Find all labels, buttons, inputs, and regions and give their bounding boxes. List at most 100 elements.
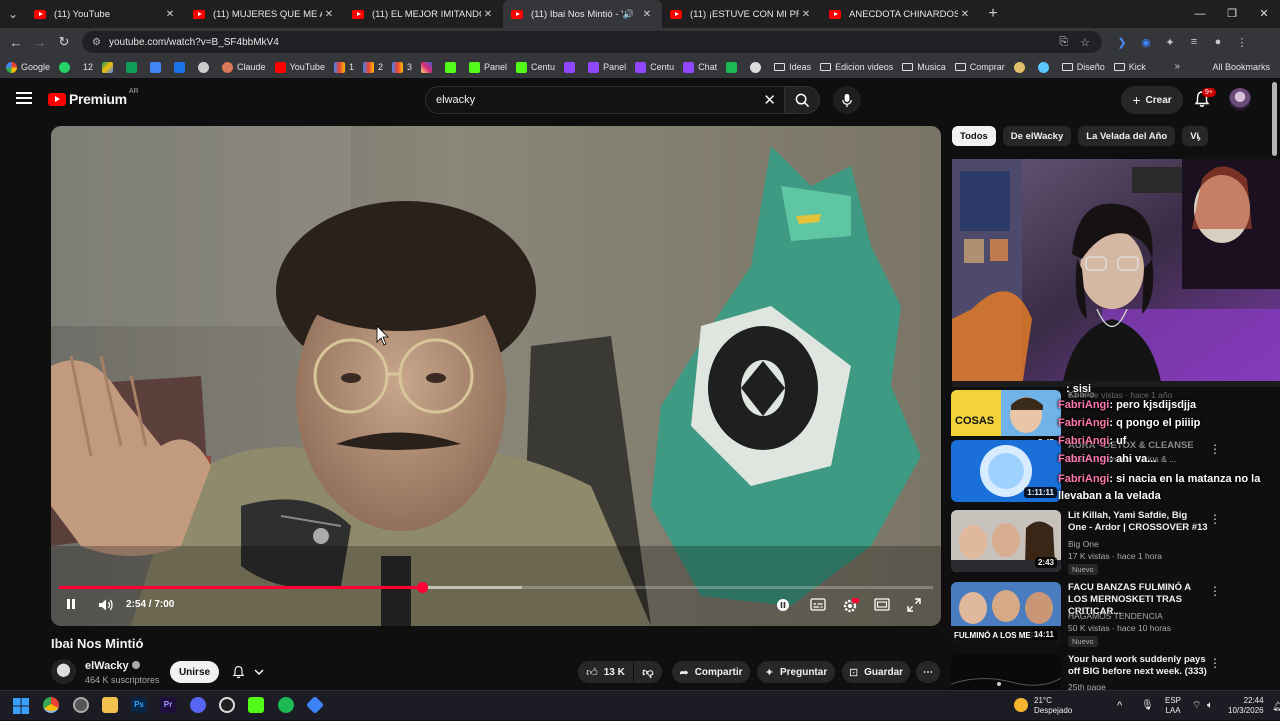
fullscreen-button[interactable]: [907, 598, 921, 615]
kick-taskbar-icon[interactable]: [248, 697, 264, 713]
close-tab-icon[interactable]: ✕: [481, 9, 495, 20]
bookmark-gmail-3[interactable]: 3: [391, 61, 412, 73]
notifications-tray-icon[interactable]: 🔔︎: [1272, 691, 1280, 721]
share-button[interactable]: ➦ Compartir: [672, 661, 750, 683]
chrome-menu-icon[interactable]: ⋮: [1230, 36, 1254, 49]
url-text[interactable]: youtube.com/watch?v=B_SF4bbMkV4: [109, 37, 1059, 48]
volume-button[interactable]: [98, 598, 114, 615]
chip-todos[interactable]: Todos: [952, 126, 996, 146]
chip-partial[interactable]: Vi: [1182, 126, 1209, 146]
extensions-puzzle-icon[interactable]: ✦: [1158, 36, 1182, 49]
new-tab-button[interactable]: +: [980, 5, 1006, 23]
chip-de-elwacky[interactable]: De elWacky: [1002, 126, 1072, 146]
premiere-icon[interactable]: Pr: [160, 697, 176, 713]
progress-scrubber[interactable]: [416, 582, 428, 593]
close-window-icon[interactable]: ✕: [1248, 0, 1280, 28]
save-button[interactable]: ⊡ Guardar: [842, 661, 910, 683]
bookmark-openai[interactable]: [198, 61, 213, 73]
menu-icon[interactable]: [16, 92, 32, 104]
bookmark-twitch[interactable]: [564, 61, 579, 73]
close-tab-icon[interactable]: ✕: [322, 9, 336, 20]
browser-tab[interactable]: (11) ¡ESTUVE CON MI PROFESO✕: [662, 0, 821, 28]
ask-button[interactable]: ✦ Preguntar: [757, 661, 835, 683]
like-button[interactable]: 👍︎ 13 K: [578, 661, 633, 683]
app-taskbar-icon[interactable]: [305, 695, 325, 715]
bookmark-folder-ideas[interactable]: Ideas: [774, 62, 811, 72]
close-tab-icon[interactable]: ✕: [799, 9, 813, 20]
more-vertical-icon[interactable]: ⋮: [1209, 656, 1221, 670]
browser-tab[interactable]: (11) YouTube ✕: [26, 0, 185, 28]
reload-icon[interactable]: ↻: [52, 34, 76, 50]
extension-icon[interactable]: ◉: [1134, 36, 1158, 49]
profile-icon[interactable]: ●: [1206, 36, 1230, 48]
bookmark-extra-1[interactable]: [1013, 61, 1029, 73]
theater-mode-button[interactable]: [874, 598, 890, 614]
autoplay-toggle[interactable]: [776, 598, 790, 615]
site-info-icon[interactable]: ⚙: [92, 37, 101, 48]
bookmark-gmail-2[interactable]: 2: [362, 61, 383, 73]
more-actions-button[interactable]: ⋯: [916, 661, 940, 683]
bookmark-star-icon[interactable]: ☆: [1080, 36, 1090, 49]
more-vertical-icon[interactable]: ⋮: [1209, 584, 1221, 598]
youtube-premium-logo[interactable]: Premium AR: [48, 88, 139, 107]
bookmark-twitch-panel[interactable]: Panel: [588, 61, 626, 73]
obs-taskbar-icon[interactable]: [73, 697, 89, 713]
dislike-button[interactable]: 👎︎: [634, 661, 662, 683]
windows-start-icon[interactable]: [13, 698, 29, 714]
restore-icon[interactable]: ❐: [1216, 0, 1248, 28]
weather-widget[interactable]: 21°C Despejado: [1034, 691, 1072, 721]
bookmark-sheets[interactable]: [126, 61, 141, 73]
channel-name[interactable]: elWacky: [85, 660, 140, 672]
bookmark-twitch-centu[interactable]: Centu: [635, 61, 674, 73]
bookmark-calendar[interactable]: [174, 61, 189, 73]
capcut-icon[interactable]: [219, 697, 235, 713]
recommendation-card[interactable]: Your hard work suddenly pays off BIG bef…: [951, 654, 1273, 690]
browser-tab-active[interactable]: (11) Ibai Nos Mintió - YouTu🔊✕: [503, 0, 662, 28]
browser-tab[interactable]: (11) EL MEJOR IMITANDO VOC✕: [344, 0, 503, 28]
bookmark-12[interactable]: 12: [83, 62, 93, 72]
bookmark-extra-2[interactable]: [1037, 61, 1053, 73]
bookmark-folder-edicion[interactable]: Edicion videos: [820, 62, 893, 72]
bookmark-folder-kick[interactable]: Kick: [1113, 62, 1146, 72]
page-scrollbar[interactable]: [1272, 82, 1277, 156]
recommendation-card[interactable]: FULMINÓ A LOS MERN 14:11 FACU BANZAS FUL…: [951, 582, 1273, 647]
search-input[interactable]: elwacky ✕: [425, 86, 785, 114]
chrome-taskbar-icon[interactable]: [43, 697, 59, 713]
close-tab-icon[interactable]: ✕: [958, 9, 972, 20]
bookmark-folder-comprar[interactable]: Comprar: [954, 62, 1005, 72]
tab-search-icon[interactable]: ⌄: [0, 0, 26, 28]
omnibox[interactable]: ⚙ youtube.com/watch?v=B_SF4bbMkV4 ⎘ ☆: [82, 31, 1102, 53]
chip-la-velada[interactable]: La Velada del Año: [1078, 126, 1176, 146]
recommendation-card[interactable]: 2:43 Lit Killah, Yami Safdie, Big One - …: [951, 510, 1273, 575]
browser-tab[interactable]: (11) MUJERES QUE ME ACOSAN✕: [185, 0, 344, 28]
bookmark-green-app[interactable]: [726, 61, 741, 73]
bookmark-chatgpt[interactable]: [750, 61, 765, 73]
chevron-right-icon[interactable]: ›: [1197, 131, 1201, 145]
subscription-bell-button[interactable]: [228, 661, 268, 683]
bookmark-kick-panel[interactable]: Panel: [469, 61, 507, 73]
more-vertical-icon[interactable]: ⋮: [1209, 512, 1221, 526]
bookmark-whatsapp[interactable]: [59, 61, 74, 73]
weather-sun-icon[interactable]: [1014, 698, 1028, 712]
discord-icon[interactable]: [190, 697, 206, 713]
wifi-icon[interactable]: ⌔: [1192, 691, 1201, 721]
all-bookmarks[interactable]: All Bookmarks: [1212, 56, 1270, 78]
extension-icon[interactable]: ❯: [1110, 36, 1134, 49]
bookmark-gmail-1[interactable]: 1: [333, 61, 354, 73]
close-tab-icon[interactable]: ✕: [163, 9, 177, 20]
back-icon[interactable]: ←: [4, 35, 28, 50]
bookmark-youtube[interactable]: YouTube: [274, 61, 325, 73]
install-app-icon[interactable]: ⎘: [1059, 36, 1068, 49]
clear-search-icon[interactable]: ✕: [763, 91, 776, 109]
bookmark-twitch-chat[interactable]: Chat: [683, 61, 717, 73]
audio-playing-icon[interactable]: 🔊: [623, 9, 634, 20]
settings-button[interactable]: [842, 598, 859, 617]
voice-search-button[interactable]: [833, 86, 861, 114]
bookmark-drive[interactable]: [102, 61, 117, 73]
bookmark-kick[interactable]: [445, 61, 460, 73]
file-explorer-icon[interactable]: [102, 697, 118, 713]
bookmark-folder-musica[interactable]: Musica: [902, 62, 946, 72]
bookmark-docs[interactable]: [150, 61, 165, 73]
bookmark-claude[interactable]: Claude: [222, 61, 266, 73]
search-button[interactable]: [784, 86, 820, 114]
